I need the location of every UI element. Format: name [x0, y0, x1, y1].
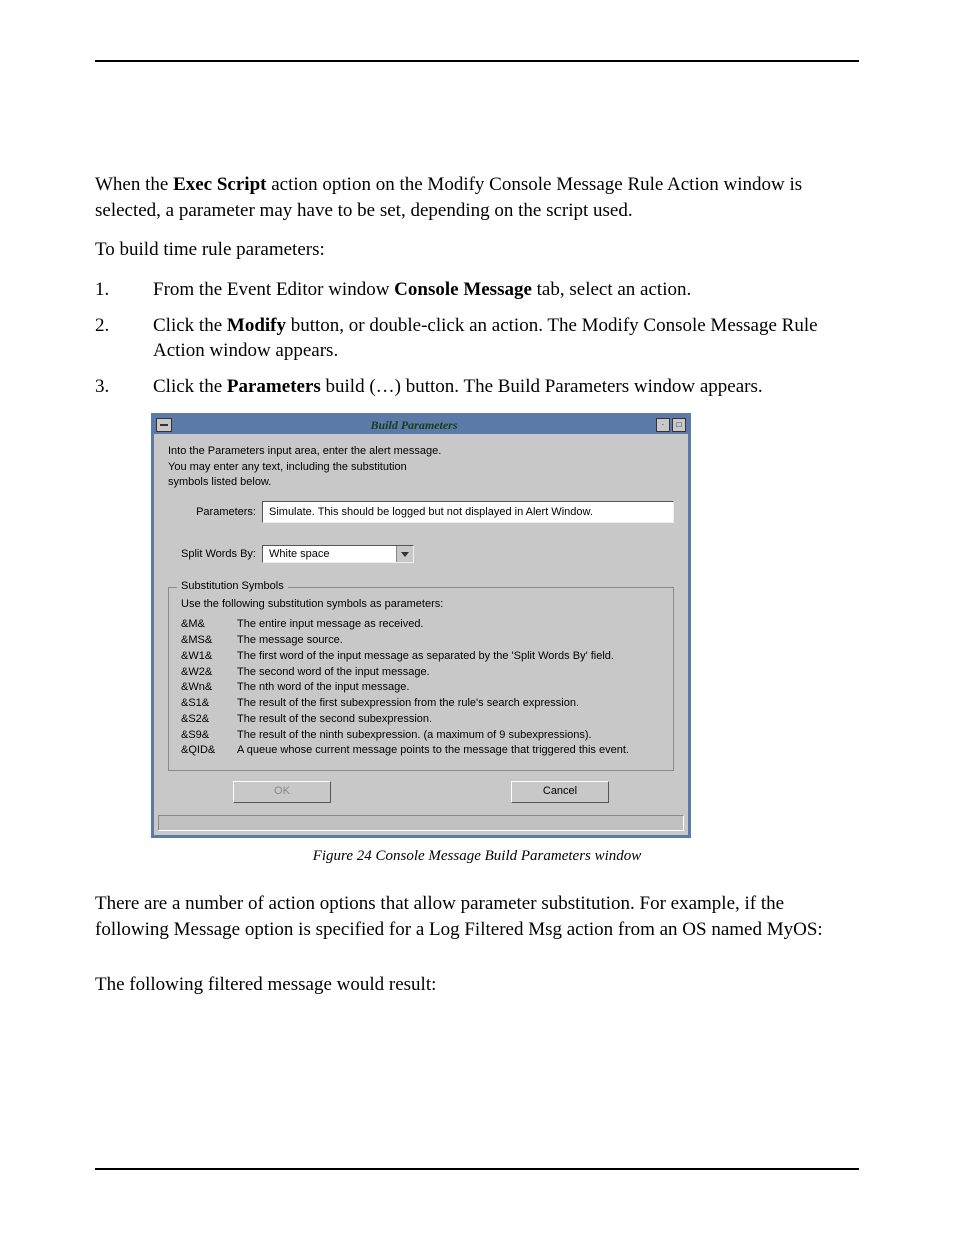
intro-paragraph: When the Exec Script action option on th… — [95, 172, 859, 223]
symbol-key: &M& — [181, 618, 237, 634]
step-3: 3. Click the Parameters build (…) button… — [95, 374, 859, 400]
maximize-icon[interactable]: □ — [672, 418, 686, 432]
step-2: 2. Click the Modify button, or double-cl… — [95, 313, 859, 364]
lead-in: To build time rule parameters: — [95, 237, 859, 263]
status-bar — [158, 815, 684, 831]
symbol-key: &Wn& — [181, 681, 237, 697]
split-words-label: Split Words By: — [168, 548, 262, 560]
result-lead-in: The following filtered message would res… — [95, 972, 859, 998]
step3-bold: Parameters — [227, 376, 321, 397]
step-1: 1. From the Event Editor window Console … — [95, 277, 859, 303]
table-row: &MS&The message source. — [181, 634, 635, 650]
split-words-select[interactable]: White space — [262, 545, 414, 563]
step-number: 3. — [95, 374, 153, 400]
chevron-down-icon[interactable] — [396, 546, 413, 562]
step1-post: tab, select an action. — [532, 279, 691, 300]
p1-bold: Exec Script — [173, 174, 266, 195]
step1-pre: From the Event Editor window — [153, 279, 394, 300]
p1-pre: When the — [95, 174, 173, 195]
step3-pre: Click the — [153, 376, 227, 397]
step-number: 1. — [95, 277, 153, 303]
step2-pre: Click the — [153, 315, 227, 336]
fieldset-legend: Substitution Symbols — [177, 580, 288, 592]
dialog-title: Build Parameters — [172, 418, 656, 433]
dialog-intro: Into the Parameters input area, enter th… — [168, 444, 674, 489]
symbols-table: &M&The entire input message as received.… — [181, 618, 635, 760]
table-row: &S2&The result of the second subexpressi… — [181, 713, 635, 729]
symbol-key: &S2& — [181, 713, 237, 729]
symbol-key: &S9& — [181, 729, 237, 745]
step1-bold: Console Message — [394, 279, 532, 300]
table-row: &QID&A queue whose current message point… — [181, 744, 635, 760]
substitution-symbols-group: Substitution Symbols Use the following s… — [168, 587, 674, 771]
table-row: &W2&The second word of the input message… — [181, 666, 635, 682]
symbol-desc: A queue whose current message points to … — [237, 744, 635, 760]
titlebar[interactable]: Build Parameters · □ — [154, 416, 688, 434]
symbol-desc: The result of the second subexpression. — [237, 713, 635, 729]
symbol-desc: The first word of the input message as s… — [237, 650, 635, 666]
after-figure-paragraph: There are a number of action options tha… — [95, 891, 859, 942]
symbol-key: &QID& — [181, 744, 237, 760]
split-words-value: White space — [263, 546, 396, 562]
system-menu-icon[interactable] — [156, 418, 172, 432]
table-row: &W1&The first word of the input message … — [181, 650, 635, 666]
table-row: &S9&The result of the ninth subexpressio… — [181, 729, 635, 745]
symbol-desc: The result of the first subexpression fr… — [237, 697, 635, 713]
build-parameters-dialog: Build Parameters · □ Into the Parameters… — [151, 413, 691, 838]
symbol-key: &W1& — [181, 650, 237, 666]
symbol-desc: The result of the ninth subexpression. (… — [237, 729, 635, 745]
step2-bold: Modify — [227, 315, 286, 336]
symbol-desc: The message source. — [237, 634, 635, 650]
figure-caption: Figure 24 Console Message Build Paramete… — [95, 848, 859, 865]
parameters-label: Parameters: — [168, 506, 262, 518]
top-rule — [95, 60, 859, 62]
step-number: 2. — [95, 313, 153, 364]
intro-line: Into the Parameters input area, enter th… — [168, 444, 674, 458]
symbol-key: &S1& — [181, 697, 237, 713]
ok-button[interactable]: OK — [233, 781, 331, 803]
symbol-desc: The nth word of the input message. — [237, 681, 635, 697]
intro-line: symbols listed below. — [168, 475, 674, 489]
table-row: &M&The entire input message as received. — [181, 618, 635, 634]
symbol-desc: The second word of the input message. — [237, 666, 635, 682]
bottom-rule — [95, 1168, 859, 1170]
step3-post: build (…) button. The Build Parameters w… — [321, 376, 763, 397]
symbol-desc: The entire input message as received. — [237, 618, 635, 634]
cancel-button[interactable]: Cancel — [511, 781, 609, 803]
table-row: &Wn&The nth word of the input message. — [181, 681, 635, 697]
steps-list: 1. From the Event Editor window Console … — [95, 277, 859, 400]
intro-line: You may enter any text, including the su… — [168, 460, 674, 474]
fieldset-hint: Use the following substitution symbols a… — [181, 598, 661, 610]
minimize-icon[interactable]: · — [656, 418, 670, 432]
table-row: &S1&The result of the first subexpressio… — [181, 697, 635, 713]
symbol-key: &W2& — [181, 666, 237, 682]
parameters-input[interactable]: Simulate. This should be logged but not … — [262, 501, 674, 523]
symbol-key: &MS& — [181, 634, 237, 650]
